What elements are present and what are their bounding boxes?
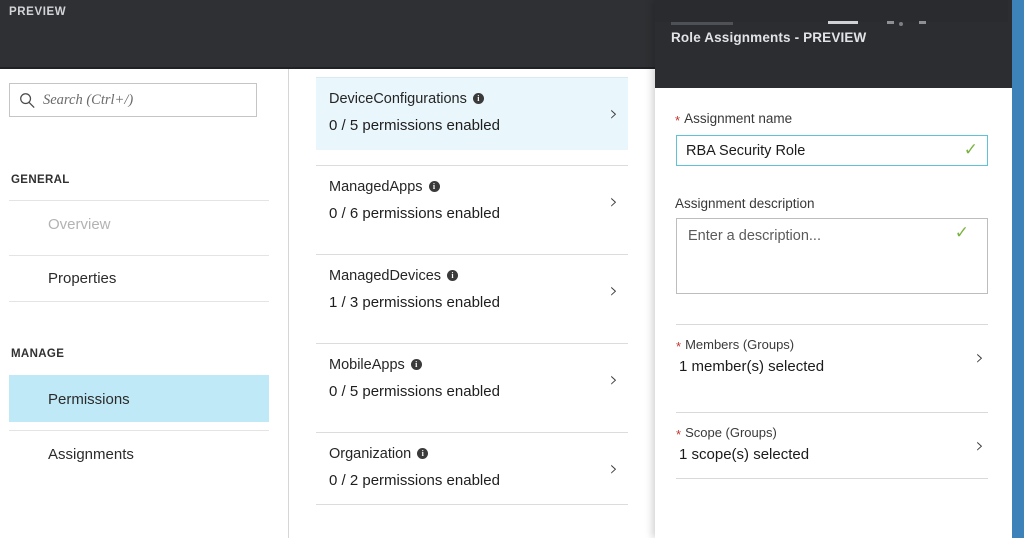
role-assignments-form: * Assignment name ✓ Assignment descripti… bbox=[655, 88, 1024, 538]
search-box[interactable] bbox=[9, 83, 257, 117]
permissions-list: DeviceConfigurations i 0 / 5 permissions… bbox=[289, 69, 656, 538]
preview-badge: PREVIEW bbox=[9, 6, 67, 18]
members-label-text: Members (Groups) bbox=[685, 337, 795, 352]
maximize-icon bbox=[887, 21, 894, 24]
assignment-name-input[interactable] bbox=[677, 142, 964, 159]
maximize-button[interactable] bbox=[887, 15, 894, 29]
permission-card-title: ManagedDevices i bbox=[329, 268, 459, 284]
sidebar-item-label: Assignments bbox=[48, 445, 134, 463]
search-input[interactable] bbox=[43, 91, 256, 109]
info-icon[interactable]: i bbox=[428, 180, 440, 192]
assignment-name-field[interactable]: ✓ bbox=[676, 135, 988, 166]
blade-title: Role Assignments - PREVIEW bbox=[671, 30, 867, 45]
permission-card-managedapps[interactable]: ManagedApps i 0 / 6 permissions enabled … bbox=[316, 165, 628, 238]
role-assignments-header: Role Assignments - PREVIEW bbox=[655, 0, 1024, 88]
scope-label-text: Scope (Groups) bbox=[685, 425, 777, 440]
info-icon[interactable]: i bbox=[447, 269, 459, 281]
sidebar-item-overview[interactable]: Overview bbox=[9, 200, 269, 247]
permission-card-title: MobileApps i bbox=[329, 357, 422, 373]
breadcrumb-dot-icon bbox=[899, 22, 903, 26]
info-icon[interactable]: i bbox=[417, 447, 429, 459]
permission-card-mobileapps[interactable]: MobileApps i 0 / 5 permissions enabled › bbox=[316, 343, 628, 416]
permission-name: Organization bbox=[329, 446, 412, 462]
permission-card-manageddevices[interactable]: ManagedDevices i 1 / 3 permissions enabl… bbox=[316, 254, 628, 327]
required-marker: * bbox=[675, 113, 681, 128]
assignment-name-label: * Assignment name bbox=[675, 111, 793, 128]
permission-status: 0 / 5 permissions enabled bbox=[329, 383, 500, 400]
permission-card-title: ManagedApps i bbox=[329, 179, 440, 195]
sidebar-item-assignments[interactable]: Assignments bbox=[9, 430, 269, 477]
permission-status: 0 / 5 permissions enabled bbox=[329, 117, 500, 134]
role-assignments-blade: Role Assignments - PREVIEW * Assignment … bbox=[655, 0, 1024, 538]
permission-card-organization[interactable]: Organization i 0 / 2 permissions enabled… bbox=[316, 432, 628, 505]
members-picker-row[interactable]: * Members (Groups) 1 member(s) selected … bbox=[676, 324, 988, 391]
permission-status: 0 / 6 permissions enabled bbox=[329, 205, 500, 222]
chevron-right-icon[interactable]: › bbox=[610, 369, 618, 391]
permission-name: ManagedDevices bbox=[329, 268, 442, 284]
sidebar-item-label: Permissions bbox=[48, 390, 130, 408]
chevron-right-icon[interactable]: › bbox=[610, 191, 618, 213]
close-icon bbox=[919, 21, 926, 24]
assignment-description-input[interactable] bbox=[677, 219, 947, 293]
permission-card-deviceconfigurations[interactable]: DeviceConfigurations i 0 / 5 permissions… bbox=[316, 77, 628, 150]
check-icon: ✓ bbox=[963, 140, 978, 160]
search-icon bbox=[20, 92, 35, 108]
blade-scrollbar[interactable] bbox=[1012, 0, 1024, 538]
permission-name: MobileApps bbox=[329, 357, 405, 373]
chevron-right-icon[interactable]: › bbox=[976, 347, 984, 369]
permission-card-title: DeviceConfigurations i bbox=[329, 91, 484, 107]
scope-label: * Scope (Groups) bbox=[676, 425, 777, 442]
scope-picker-row[interactable]: * Scope (Groups) 1 scope(s) selected › bbox=[676, 412, 988, 479]
scope-value: 1 scope(s) selected bbox=[679, 446, 810, 463]
nav-group-title-manage: MANAGE bbox=[11, 348, 65, 360]
required-marker: * bbox=[676, 339, 682, 354]
assignment-description-field[interactable]: ✓ bbox=[676, 218, 988, 294]
members-label: * Members (Groups) bbox=[676, 337, 795, 354]
assignment-description-label-text: Assignment description bbox=[675, 196, 815, 211]
info-icon[interactable]: i bbox=[410, 358, 422, 370]
assignment-name-label-text: Assignment name bbox=[684, 111, 793, 126]
close-button[interactable] bbox=[919, 15, 926, 29]
assignment-description-label: Assignment description bbox=[675, 196, 815, 211]
sidebar-item-properties[interactable]: Properties bbox=[9, 255, 269, 302]
info-icon[interactable]: i bbox=[472, 92, 484, 104]
permission-name: ManagedApps bbox=[329, 179, 423, 195]
sidebar: GENERAL Overview Properties MANAGE Permi… bbox=[0, 69, 289, 538]
chevron-right-icon[interactable]: › bbox=[610, 458, 618, 479]
permission-status: 0 / 2 permissions enabled bbox=[329, 472, 500, 489]
breadcrumb bbox=[671, 22, 733, 25]
permission-card-title: Organization i bbox=[329, 446, 429, 462]
minimize-button[interactable] bbox=[828, 15, 858, 29]
nav-group-title-general: GENERAL bbox=[11, 174, 70, 186]
chevron-right-icon[interactable]: › bbox=[976, 435, 984, 456]
sidebar-item-label: Overview bbox=[48, 215, 111, 233]
members-value: 1 member(s) selected bbox=[679, 358, 825, 375]
chevron-right-icon[interactable]: › bbox=[610, 103, 618, 125]
minimize-icon bbox=[828, 21, 858, 24]
chevron-right-icon[interactable]: › bbox=[610, 280, 618, 302]
check-icon: ✓ bbox=[954, 223, 969, 243]
required-marker: * bbox=[676, 427, 682, 442]
sidebar-item-label: Properties bbox=[48, 270, 117, 287]
permission-name: DeviceConfigurations bbox=[329, 91, 467, 107]
permission-status: 1 / 3 permissions enabled bbox=[329, 294, 500, 311]
sidebar-item-permissions[interactable]: Permissions bbox=[9, 375, 269, 422]
